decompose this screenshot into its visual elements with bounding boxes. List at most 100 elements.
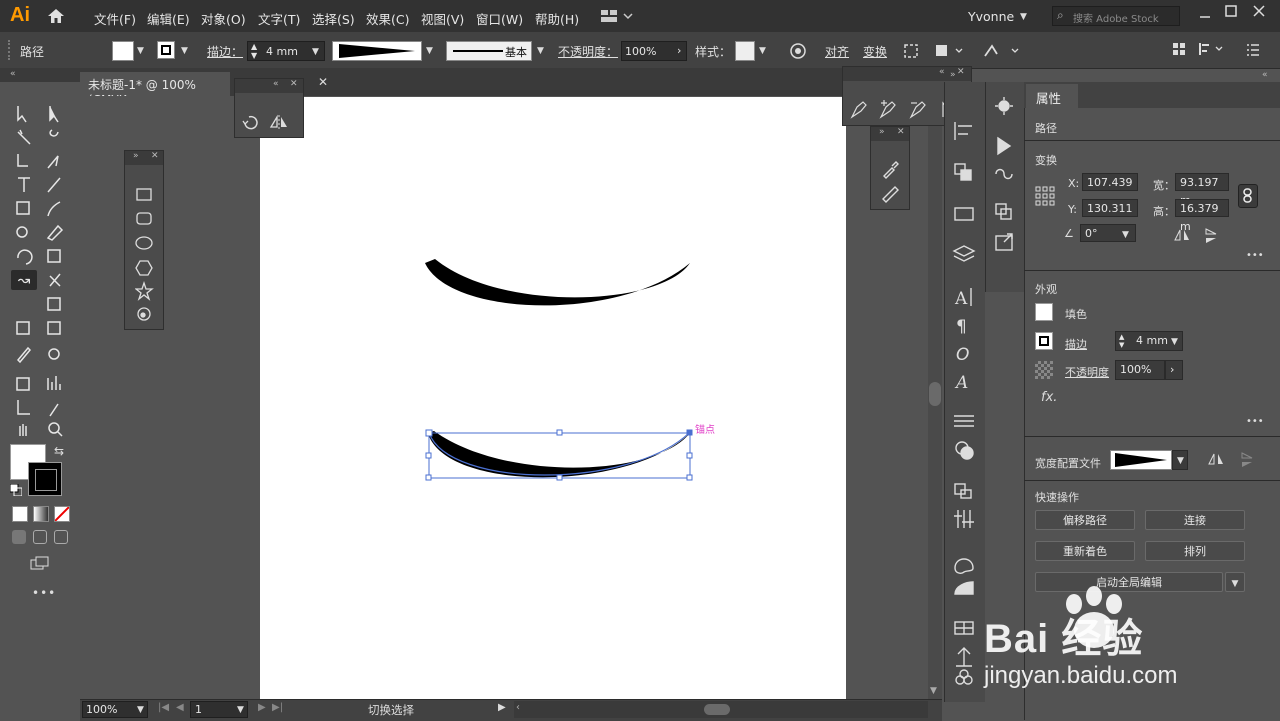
close-icon[interactable]: ✕ bbox=[151, 151, 159, 161]
stock-search[interactable]: ⌕ 搜索 Adobe Stock bbox=[1052, 6, 1180, 26]
y-field[interactable]: 130.311 bbox=[1082, 199, 1138, 217]
menu-file[interactable]: 文件(F) bbox=[94, 9, 136, 28]
stepper-icon[interactable]: ▲ ▼ bbox=[1119, 333, 1124, 349]
panel-menu-icon[interactable] bbox=[1246, 44, 1260, 56]
stroke-label[interactable]: 描边 bbox=[1065, 336, 1087, 352]
chevron-down-icon[interactable]: ▼ bbox=[181, 46, 188, 56]
fx-icon[interactable]: fx. bbox=[1041, 390, 1057, 405]
flip-along-icon[interactable] bbox=[1208, 452, 1224, 466]
stepper-icon[interactable]: ▲ ▼ bbox=[251, 42, 257, 60]
chevron-down-icon[interactable]: ▼ bbox=[1020, 12, 1027, 22]
screen-mode-icon[interactable] bbox=[30, 556, 50, 570]
shape-tool-icons[interactable] bbox=[135, 185, 155, 325]
collapse-icon[interactable]: « bbox=[1262, 70, 1268, 80]
close-icon[interactable]: ✕ bbox=[897, 127, 905, 137]
chevron-down-icon[interactable]: ▼ bbox=[759, 46, 766, 56]
menu-effect[interactable]: 效果(C) bbox=[366, 9, 409, 28]
menu-select[interactable]: 选择(S) bbox=[312, 9, 355, 28]
chevron-down-icon[interactable]: ▼ bbox=[537, 46, 544, 56]
offset-path-button[interactable]: 偏移路径 bbox=[1035, 510, 1135, 530]
panel-icons-2[interactable] bbox=[992, 96, 1018, 256]
draw-normal-icon[interactable] bbox=[12, 530, 26, 544]
horizontal-scrollbar[interactable]: ‹ bbox=[514, 701, 928, 718]
puppet-warp-icon[interactable] bbox=[982, 42, 1022, 60]
workspace-switcher-icon[interactable] bbox=[600, 9, 634, 23]
x-field[interactable]: 107.439 bbox=[1082, 173, 1138, 191]
zoom-field[interactable]: 100% ▼ bbox=[82, 701, 148, 718]
first-artboard-icon[interactable]: |◀ bbox=[158, 702, 169, 713]
collapse-icon[interactable]: « bbox=[10, 69, 16, 79]
brush-definition[interactable]: 基本 bbox=[446, 41, 532, 61]
stroke-color-box[interactable] bbox=[28, 462, 62, 496]
chevron-down-icon[interactable]: ▼ bbox=[237, 705, 244, 715]
menu-view[interactable]: 视图(V) bbox=[421, 9, 464, 28]
variable-width-profile[interactable] bbox=[332, 41, 422, 61]
color-mode-icon[interactable] bbox=[12, 506, 28, 522]
prev-artboard-icon[interactable]: ◀ bbox=[176, 702, 184, 713]
artwork-layer[interactable] bbox=[260, 97, 846, 699]
none-mode-icon[interactable] bbox=[54, 506, 70, 522]
menu-type[interactable]: 文字(T) bbox=[258, 9, 300, 28]
constrain-proportions-icon[interactable] bbox=[1238, 184, 1258, 208]
last-artboard-icon[interactable]: ▶| bbox=[272, 702, 283, 713]
scroll-down-icon[interactable]: ▼ bbox=[930, 686, 937, 696]
arrange-button[interactable]: 排列 bbox=[1145, 541, 1245, 561]
measure-icon[interactable] bbox=[881, 185, 899, 203]
chevron-right-icon[interactable]: › bbox=[1165, 360, 1183, 380]
collapse-icon[interactable]: » bbox=[950, 70, 980, 80]
flip-horizontal-icon[interactable] bbox=[1174, 228, 1190, 242]
reference-point-icon[interactable] bbox=[1035, 186, 1055, 206]
opacity-field[interactable]: 100% bbox=[1115, 360, 1165, 380]
menu-edit[interactable]: 编辑(E) bbox=[147, 9, 190, 28]
gradient-mode-icon[interactable] bbox=[33, 506, 49, 522]
flip-across-icon[interactable] bbox=[1240, 452, 1254, 468]
close-icon[interactable] bbox=[1252, 4, 1266, 18]
panel-icons[interactable]: A ¶ O A bbox=[952, 120, 978, 690]
chevron-down-icon[interactable]: ▼ bbox=[137, 46, 144, 56]
close-icon[interactable]: ✕ bbox=[290, 79, 298, 89]
tab-close-icon[interactable]: ✕ bbox=[318, 75, 328, 89]
menu-window[interactable]: 窗口(W) bbox=[476, 9, 523, 28]
artboard-number-field[interactable]: 1 ▼ bbox=[190, 701, 248, 718]
maximize-icon[interactable] bbox=[1224, 4, 1238, 18]
status-menu-icon[interactable]: ▶ bbox=[498, 702, 506, 713]
stroke-label[interactable]: 描边： bbox=[207, 43, 243, 60]
chevron-down-icon[interactable]: ▼ bbox=[1172, 450, 1188, 470]
isolate-icon[interactable] bbox=[902, 42, 920, 60]
flip-vertical-icon[interactable] bbox=[1204, 228, 1218, 244]
stroke-color-swatch[interactable] bbox=[1035, 332, 1053, 350]
stroke-weight-field[interactable]: ▲ ▼ 4 mm ▼ bbox=[247, 41, 325, 61]
chevron-down-icon[interactable]: ▼ bbox=[426, 46, 433, 56]
opacity-field[interactable]: 100% › bbox=[621, 41, 687, 61]
align-objects-icon[interactable] bbox=[1198, 42, 1228, 56]
fill-color-swatch[interactable] bbox=[1035, 303, 1053, 321]
collapse-icon[interactable]: » bbox=[133, 151, 139, 161]
swap-colors-icon[interactable]: ⇆ bbox=[54, 444, 64, 458]
vertical-scrollbar[interactable] bbox=[928, 96, 942, 699]
appearance-more-icon[interactable]: ••• bbox=[1246, 416, 1264, 427]
collapse-icon[interactable]: « bbox=[273, 79, 279, 89]
opacity-swatch-icon[interactable] bbox=[1035, 361, 1053, 379]
height-field[interactable]: 16.379 m bbox=[1175, 199, 1229, 233]
arrange-documents-icon[interactable] bbox=[1172, 42, 1186, 56]
width-field[interactable]: 93.197 m bbox=[1175, 173, 1229, 207]
chevron-down-icon[interactable]: ▼ bbox=[1171, 333, 1178, 351]
align-label[interactable]: 对齐 bbox=[825, 43, 849, 60]
draw-behind-icon[interactable] bbox=[33, 530, 47, 544]
edit-toolbar-icon[interactable]: ••• bbox=[32, 586, 56, 600]
envelope-icon[interactable] bbox=[934, 42, 966, 60]
collapse-icon[interactable]: « bbox=[939, 67, 945, 77]
stroke-swatch[interactable] bbox=[157, 41, 175, 59]
reflect-icon[interactable] bbox=[269, 113, 289, 131]
status-text[interactable]: 切换选择 bbox=[368, 702, 414, 718]
chevron-down-icon[interactable]: ▼ bbox=[312, 47, 319, 57]
opacity-label[interactable]: 不透明度： bbox=[558, 43, 618, 60]
join-button[interactable]: 连接 bbox=[1145, 510, 1245, 530]
chevron-down-icon[interactable]: ▼ bbox=[1225, 572, 1245, 592]
user-name[interactable]: Yvonne bbox=[968, 9, 1014, 24]
eyedropper-icon[interactable] bbox=[881, 161, 899, 179]
rotate-icon[interactable] bbox=[241, 113, 259, 131]
chevron-down-icon[interactable]: ▼ bbox=[1122, 230, 1129, 240]
menu-help[interactable]: 帮助(H) bbox=[535, 9, 579, 28]
curvature-tool-icon[interactable]: ↝ bbox=[14, 270, 34, 290]
